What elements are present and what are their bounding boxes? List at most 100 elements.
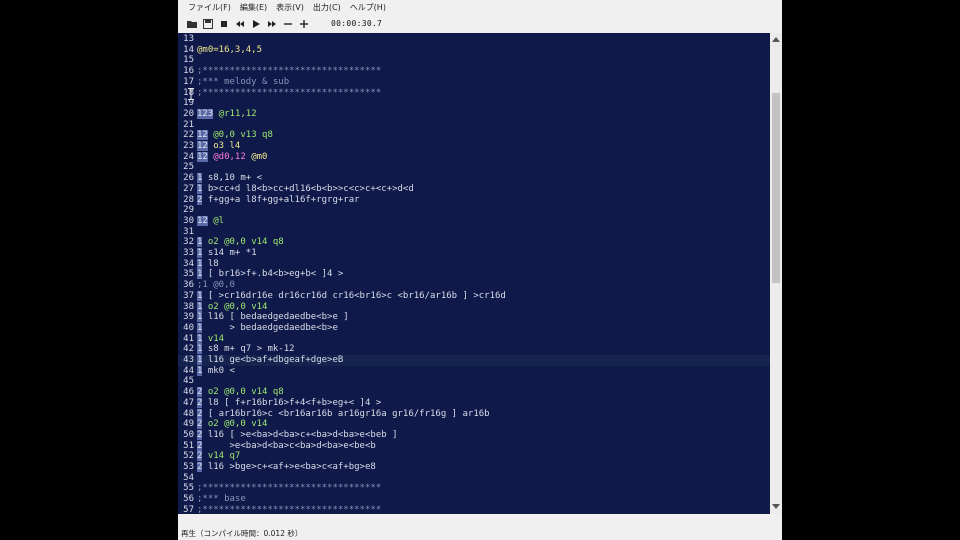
line-code: 2 l16 >bge>c+<af+>e<ba>c<af+bg>e8 xyxy=(197,462,376,473)
line-code: 123 @r11,12 xyxy=(197,108,257,120)
plus-button[interactable] xyxy=(297,17,311,31)
line-code: 1 [ >cr16dr16e dr16cr16d cr16<br16>c <br… xyxy=(197,290,506,302)
line-number: 36 xyxy=(183,280,194,291)
code-line[interactable]: 48 2 [ ar16br16>c <br16ar16b ar16gr16a gr… xyxy=(178,408,770,420)
minus-icon xyxy=(284,22,292,25)
code-line[interactable]: 19 xyxy=(178,98,770,109)
code-token: b>cc+d l8<b>cc+dl16<b<b>>c<c>c+<c+>d<d xyxy=(202,183,414,194)
line-code: 2 l16 [ >e<ba>d<ba>c+<ba>d<ba>e<beb ] xyxy=(197,429,398,441)
code-line[interactable]: 40 1 > bedaedgedaedbe<b>e xyxy=(178,322,770,334)
line-code: 12 @d0,12 @m0 xyxy=(197,151,267,163)
code-line[interactable]: 50 2 l16 [ >e<ba>d<ba>c+<ba>d<ba>e<beb ] xyxy=(178,429,770,441)
menu-file[interactable]: ファイル(F) xyxy=(188,2,231,13)
line-number: 13 xyxy=(183,34,194,44)
line-number: 52 xyxy=(183,451,194,462)
line-number: 30 xyxy=(183,215,194,226)
code-token: l8 [ f+r16br16>f+4<f+b>eg+< ]4 > xyxy=(202,397,382,408)
code-line[interactable]: 37 1 [ >cr16dr16e dr16cr16d cr16<br16>c <… xyxy=(178,290,770,302)
line-code: 1 l8 xyxy=(197,258,219,270)
open-button[interactable] xyxy=(185,17,199,31)
code-line[interactable]: 51 2 >e<ba>d<ba>c<ba>d<ba>e<be<b xyxy=(178,440,770,452)
code-token: v14 xyxy=(202,333,225,344)
line-number: 26 xyxy=(183,173,194,184)
code-line[interactable]: 47 2 l8 [ f+r16br16>f+4<f+b>eg+< ]4 > xyxy=(178,397,770,409)
menu-bar: ファイル(F) 編集(E) 表示(V) 出力(C) ヘルプ(H) xyxy=(178,0,782,14)
line-code: ;********************************* xyxy=(197,88,381,99)
code-line[interactable]: 35 1 [ br16>f+.b4<b>eg+b< ]4 > xyxy=(178,269,770,280)
code-line[interactable]: 49 2 o2 @0,0 v14 xyxy=(178,419,770,430)
vertical-scrollbar[interactable] xyxy=(770,33,782,514)
code-token: l8 xyxy=(202,258,219,269)
menu-view[interactable]: 表示(V) xyxy=(276,2,304,13)
code-line[interactable]: 38 1 o2 @0,0 v14 xyxy=(178,301,770,313)
code-line[interactable]: 21 xyxy=(178,120,770,131)
code-line[interactable]: 39 1 l16 [ bedaedgedaedbe<b>e ] xyxy=(178,312,770,323)
code-token: ;********************************* xyxy=(197,504,382,514)
code-line[interactable]: 44 1 mk0 < xyxy=(178,365,770,377)
code-line[interactable]: 27 1 b>cc+d l8<b>cc+dl16<b<b>>c<c>c+<c+>d… xyxy=(178,183,770,195)
code-token: ;********************************* xyxy=(197,483,382,494)
line-code: 1 s8,10 m+ < xyxy=(197,173,262,184)
track-marker: 12 xyxy=(197,215,208,226)
code-line[interactable]: 42 1 s8 m+ q7 > mk-12 xyxy=(178,344,770,355)
code-line[interactable]: 55 ;********************************* xyxy=(178,483,770,494)
code-line[interactable]: 25 xyxy=(178,162,770,173)
code-line[interactable]: 46 2 o2 @0,0 v14 q8 xyxy=(178,387,770,398)
code-line[interactable]: 30 12 @l xyxy=(178,215,770,227)
app-window: ファイル(F) 編集(E) 表示(V) 出力(C) ヘルプ(H) 00:00:3… xyxy=(178,0,782,540)
code-line[interactable]: 56 ;*** base xyxy=(178,494,770,505)
code-token: @d0,12 xyxy=(207,151,252,162)
fast-forward-button[interactable] xyxy=(265,17,279,31)
line-number: 41 xyxy=(183,333,194,344)
code-line[interactable]: 33 1 s14 m+ *1 xyxy=(178,248,770,259)
code-line[interactable]: 14 @m0=16,3,4,5 xyxy=(178,45,770,56)
code-line[interactable]: 29 xyxy=(178,205,770,216)
code-line[interactable]: 13 xyxy=(178,34,770,45)
menu-help[interactable]: ヘルプ(H) xyxy=(350,2,386,13)
code-line[interactable]: 52 2 v14 q7 xyxy=(178,451,770,462)
scroll-up-arrow-icon[interactable] xyxy=(772,37,780,42)
code-line[interactable]: 36 ;1 @0,0 xyxy=(178,280,770,291)
line-code: ;*** melody & sub xyxy=(197,77,289,88)
code-line[interactable]: 26 1 s8,10 m+ < xyxy=(178,173,770,184)
code-line[interactable]: 18 ;********************************* xyxy=(178,88,770,99)
code-line[interactable]: 53 2 l16 >bge>c+<af+>e<ba>c<af+bg>e8 xyxy=(178,462,770,473)
code-line[interactable]: 17 ;*** melody & sub xyxy=(178,77,770,88)
code-line[interactable]: 28 2 f+gg+a l8f+gg+al16f+rgrg+rar xyxy=(178,194,770,206)
code-line[interactable]: 41 1 v14 xyxy=(178,333,770,345)
line-number: 44 xyxy=(183,365,194,376)
scrollbar-thumb[interactable] xyxy=(772,93,780,283)
line-code: 2 >e<ba>d<ba>c<ba>d<ba>e<be<b xyxy=(197,440,376,452)
code-line[interactable]: 20 123 @r11,12 xyxy=(178,108,770,120)
stop-button[interactable] xyxy=(217,17,231,31)
code-line[interactable]: 16 ;********************************* xyxy=(178,66,770,77)
code-token: o2 @0,0 v14 q8 xyxy=(202,387,284,398)
code-line[interactable]: 22 12 @0,0 v13 q8 xyxy=(178,130,770,141)
code-line[interactable]: 45 xyxy=(178,376,770,387)
menu-output[interactable]: 出力(C) xyxy=(313,2,341,13)
line-code: 2 o2 @0,0 v14 q8 xyxy=(197,387,284,398)
code-line[interactable]: 15 xyxy=(178,55,770,66)
code-token: @0,0 v13 q8 xyxy=(207,130,273,141)
stop-icon xyxy=(221,20,227,27)
code-line[interactable]: 23 12 o3 l4 xyxy=(178,141,770,152)
line-number: 53 xyxy=(183,462,194,472)
code-line[interactable]: 57 ;********************************* xyxy=(178,505,770,514)
play-button[interactable] xyxy=(249,17,263,31)
minus-button[interactable] xyxy=(281,17,295,31)
line-number: 56 xyxy=(183,494,194,505)
code-line[interactable]: 54 xyxy=(178,473,770,484)
code-line[interactable]: 31 xyxy=(178,227,770,238)
code-line[interactable]: 24 12 @d0,12 @m0 xyxy=(178,151,770,163)
line-number: 42 xyxy=(183,344,194,355)
scroll-down-arrow-icon[interactable] xyxy=(772,504,780,509)
save-button[interactable] xyxy=(201,17,215,31)
code-line[interactable]: 34 1 l8 xyxy=(178,258,770,270)
code-line[interactable]: 43 1 l16 ge<b>af+dbgeaf+dge>eB xyxy=(178,355,770,366)
menu-edit[interactable]: 編集(E) xyxy=(240,2,267,13)
rewind-button[interactable] xyxy=(233,17,247,31)
code-token: ;*** melody & sub xyxy=(197,76,290,87)
code-editor[interactable]: 13 14 @m0=16,3,4,5 15 16 ;*******************… xyxy=(178,33,770,514)
line-number: 20 xyxy=(183,108,194,119)
code-line[interactable]: 32 1 o2 @0,0 v14 q8 xyxy=(178,237,770,248)
